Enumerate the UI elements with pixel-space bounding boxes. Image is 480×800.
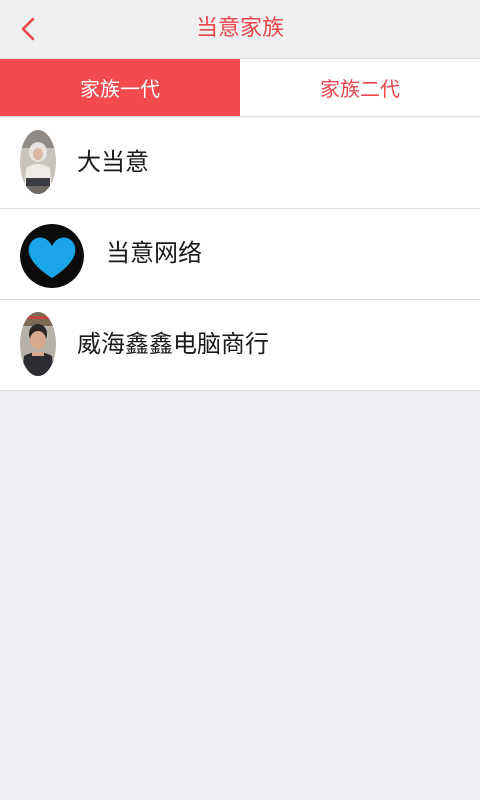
- header-bar: 当意家族: [0, 0, 480, 59]
- tab-generation-one[interactable]: 家族一代: [0, 59, 240, 116]
- list-item-name: 威海鑫鑫电脑商行: [77, 330, 269, 358]
- heart-logo-avatar: [20, 224, 84, 288]
- list-item-weihai-xinxin[interactable]: 威海鑫鑫电脑商行: [0, 300, 480, 391]
- person-photo-avatar: [20, 312, 56, 376]
- page-title: 当意家族: [195, 16, 284, 41]
- family-list: 大当意 当意网络 威海鑫鑫电脑商行: [0, 118, 480, 391]
- tab-generation-two[interactable]: 家族二代: [240, 59, 480, 116]
- list-item-name: 当意网络: [106, 239, 202, 267]
- tab-bar: 家族一代 家族二代: [0, 59, 480, 117]
- list-item-dangyi-network[interactable]: 当意网络: [0, 209, 480, 300]
- list-item-dadangyi[interactable]: 大当意: [0, 118, 480, 209]
- list-item-name: 大当意: [77, 148, 149, 176]
- person-photo-avatar: [20, 130, 56, 194]
